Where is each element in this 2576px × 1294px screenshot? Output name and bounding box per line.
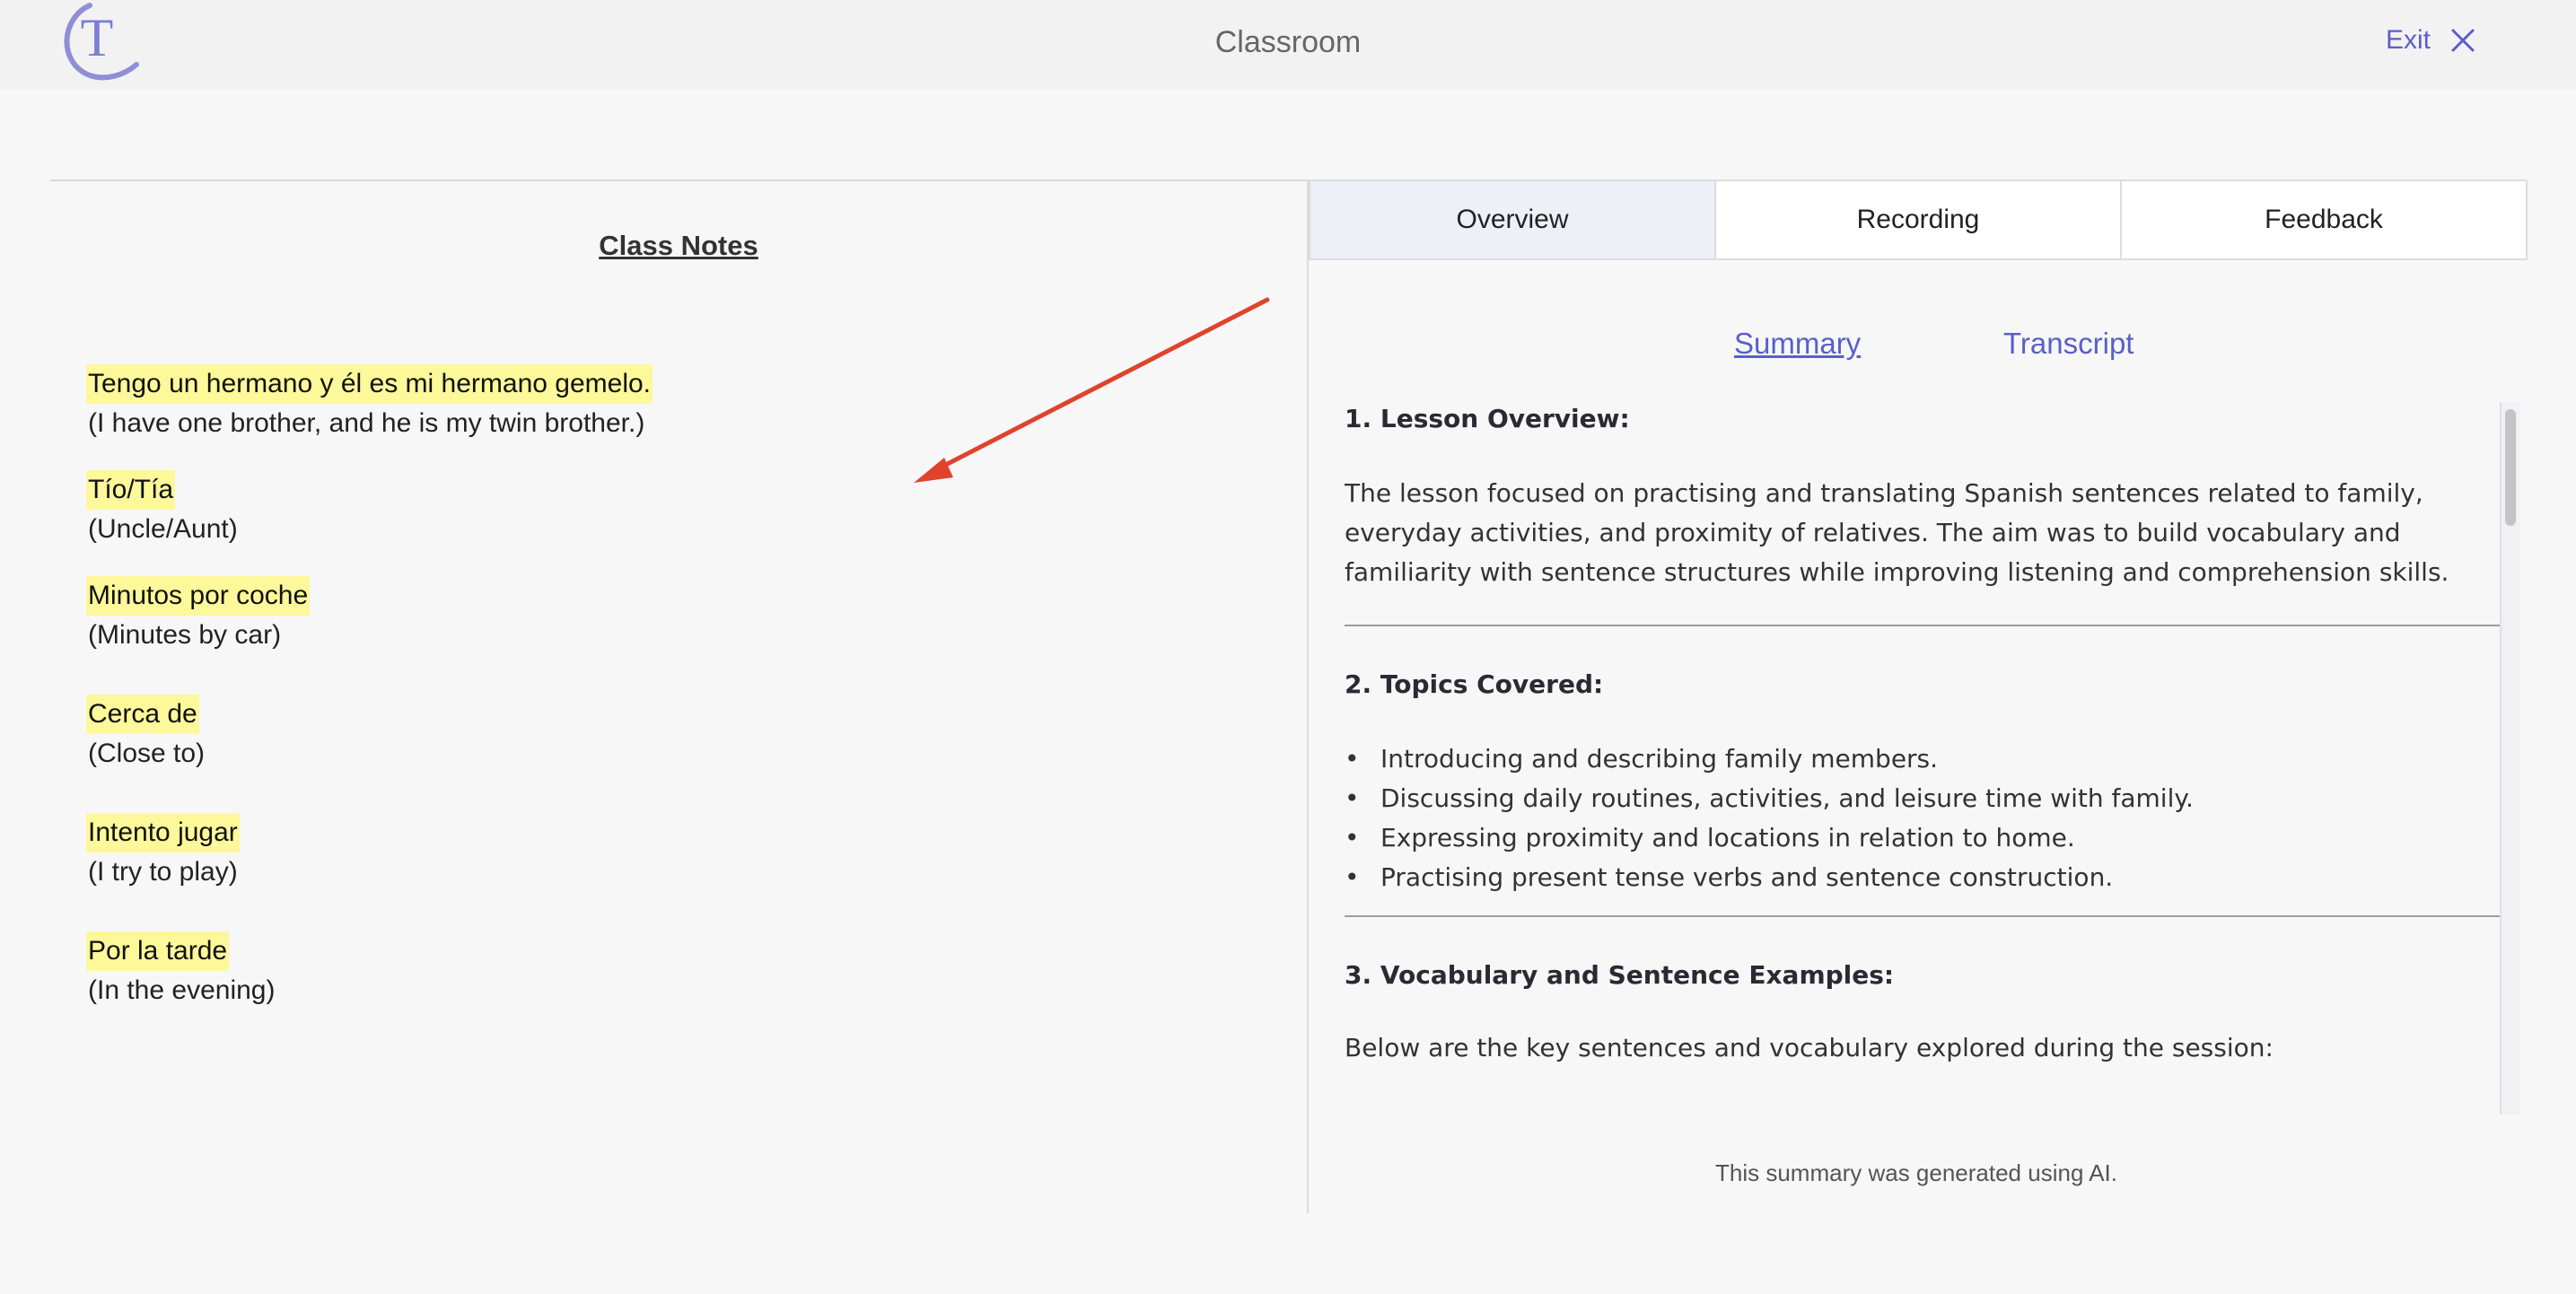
section-heading: 3. Vocabulary and Sentence Examples:: [1345, 960, 1895, 990]
section-paragraph: Below are the key sentences and vocabula…: [1345, 1033, 2274, 1062]
note-english: (I try to play): [88, 857, 238, 887]
note-item: Tío/Tía (Uncle/Aunt): [86, 470, 238, 549]
exit-label: Exit: [2386, 25, 2431, 55]
tab-overview[interactable]: Overview: [1310, 181, 1716, 258]
top-bar: T Classroom Exit: [0, 0, 2576, 90]
list-item: Discussing daily routines, activities, a…: [1345, 779, 2502, 818]
note-spanish: Minutos por coche: [86, 576, 311, 616]
note-item: Por la tarde (In the evening): [86, 931, 275, 1010]
note-english: (Minutes by car): [88, 620, 282, 650]
note-item: Cerca de (Close to): [86, 695, 205, 774]
note-spanish: Por la tarde: [86, 931, 230, 971]
lesson-details-panel: Overview Recording Feedback Summary Tran…: [1307, 179, 2528, 1213]
list-item: Practising present tense verbs and sente…: [1345, 858, 2502, 897]
summary-scrollbar[interactable]: [2500, 402, 2519, 1115]
section-divider: [1345, 915, 2502, 917]
note-spanish: Cerca de: [86, 695, 199, 734]
note-english: (I have one brother, and he is my twin b…: [88, 408, 645, 438]
subtab-transcript[interactable]: Transcript: [2003, 327, 2134, 361]
note-english: (Uncle/Aunt): [88, 514, 238, 544]
note-item: Tengo un hermano y él es mi hermano geme…: [86, 364, 653, 443]
note-spanish: Intento jugar: [86, 813, 240, 852]
topics-list: Introducing and describing family member…: [1345, 739, 2502, 897]
tab-bar: Overview Recording Feedback: [1309, 179, 2528, 260]
list-item: Introducing and describing family member…: [1345, 739, 2502, 779]
note-item: Intento jugar (I try to play): [86, 813, 240, 892]
section-heading: 2. Topics Covered:: [1345, 669, 1604, 699]
subtab-summary[interactable]: Summary: [1734, 327, 1861, 361]
note-english: (Close to): [88, 739, 206, 768]
class-notes-panel: Class Notes Tengo un hermano y él es mi …: [50, 179, 1307, 1211]
list-item: Expressing proximity and locations in re…: [1345, 818, 2502, 858]
section-divider: [1345, 625, 2502, 626]
note-spanish: Tengo un hermano y él es mi hermano geme…: [86, 364, 653, 404]
exit-button[interactable]: Exit: [2386, 25, 2475, 56]
class-notes-title: Class Notes: [599, 230, 758, 261]
subtab-bar: Summary Transcript: [1309, 327, 2528, 372]
page-title: Classroom: [1214, 25, 1362, 59]
note-english: (In the evening): [88, 975, 276, 1005]
section-heading: 1. Lesson Overview:: [1345, 404, 1630, 433]
ai-disclaimer: This summary was generated using AI.: [1715, 1159, 2117, 1186]
note-spanish: Tío/Tía: [86, 470, 176, 510]
section-paragraph: The lesson focused on practising and tra…: [1345, 478, 2449, 587]
note-item: Minutos por coche (Minutes by car): [86, 576, 311, 655]
close-icon: [2451, 29, 2475, 52]
scrollbar-thumb[interactable]: [2505, 409, 2516, 526]
tab-feedback[interactable]: Feedback: [2122, 181, 2526, 258]
annotation-arrow-icon: [914, 297, 1270, 483]
tab-recording[interactable]: Recording: [1716, 181, 2122, 258]
